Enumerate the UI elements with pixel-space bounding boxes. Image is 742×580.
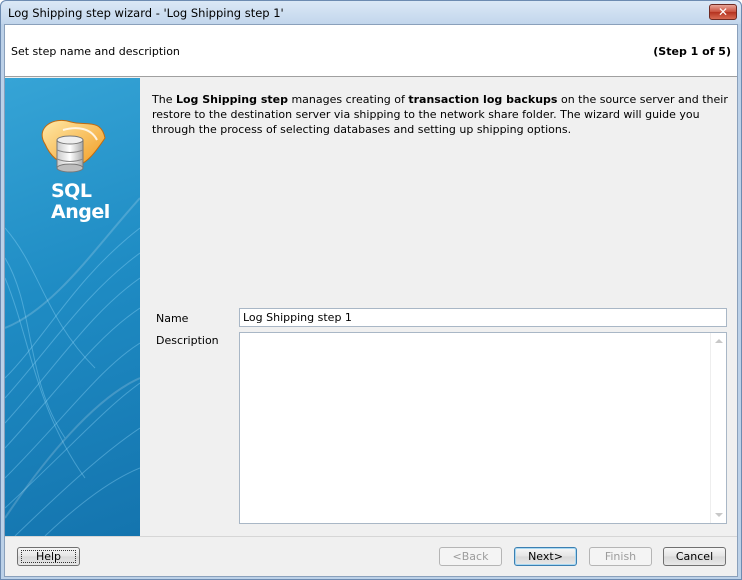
logo-line-sql: SQL bbox=[51, 180, 92, 202]
intro-part-1: The bbox=[152, 93, 176, 106]
next-button[interactable]: Next> bbox=[514, 547, 577, 566]
scroll-down-icon[interactable] bbox=[715, 513, 723, 517]
close-button[interactable]: ✕ bbox=[709, 4, 737, 20]
description-textarea[interactable] bbox=[239, 332, 727, 524]
wizard-window: Log Shipping step wizard - 'Log Shipping… bbox=[0, 0, 742, 580]
scroll-up-icon[interactable] bbox=[715, 339, 723, 343]
winged-database-icon bbox=[41, 120, 106, 173]
name-label: Name bbox=[156, 312, 189, 325]
step-indicator: (Step 1 of 5) bbox=[653, 45, 731, 58]
description-scrollbar[interactable] bbox=[710, 333, 726, 523]
intro-bold-transaction-log-backups: transaction log backups bbox=[408, 93, 558, 106]
wizard-content: The Log Shipping step manages creating o… bbox=[140, 78, 737, 536]
title-bar[interactable]: Log Shipping step wizard - 'Log Shipping… bbox=[1, 1, 741, 24]
page-subtitle: Set step name and description bbox=[11, 45, 180, 58]
intro-bold-log-shipping-step: Log Shipping step bbox=[175, 93, 288, 106]
intro-part-2: manages creating of bbox=[287, 93, 409, 106]
wizard-footer: Help <Back Next> Finish Cancel bbox=[5, 536, 737, 576]
logo-line-angel: Angel bbox=[51, 201, 110, 223]
sidebar-banner: SQL Angel bbox=[5, 78, 140, 536]
finish-button[interactable]: Finish bbox=[589, 547, 652, 566]
description-label: Description bbox=[156, 334, 219, 347]
window-title: Log Shipping step wizard - 'Log Shipping… bbox=[8, 6, 284, 20]
wizard-header: Set step name and description (Step 1 of… bbox=[5, 25, 737, 77]
back-button[interactable]: <Back bbox=[439, 547, 502, 566]
cancel-button-label: Cancel bbox=[675, 550, 714, 563]
intro-text: The Log Shipping step manages creating o… bbox=[152, 92, 732, 137]
help-focus-rect bbox=[21, 550, 76, 563]
name-input[interactable] bbox=[239, 308, 727, 327]
finish-button-label: Finish bbox=[604, 550, 637, 563]
cancel-button[interactable]: Cancel bbox=[663, 547, 726, 566]
close-icon: ✕ bbox=[717, 5, 729, 19]
back-button-label: <Back bbox=[452, 550, 489, 563]
wizard-client-area: Set step name and description (Step 1 of… bbox=[4, 24, 738, 577]
sidebar-wave-art bbox=[5, 120, 140, 536]
product-logo-text: SQL Angel bbox=[51, 181, 110, 223]
help-button[interactable]: Help bbox=[17, 547, 80, 566]
next-button-label: Next> bbox=[528, 550, 563, 563]
